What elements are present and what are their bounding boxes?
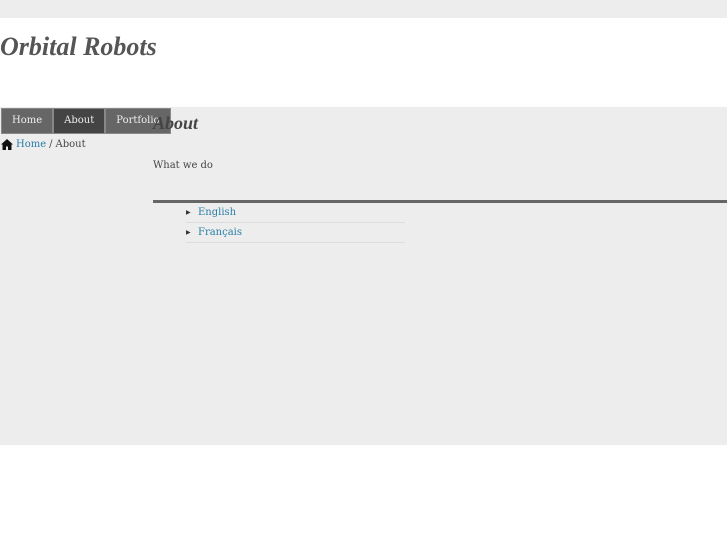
- breadcrumb: Home / About: [1, 139, 86, 150]
- bullet-icon: ▶: [186, 229, 191, 236]
- list-item: ▶ Français: [186, 223, 405, 243]
- language-english[interactable]: English: [198, 203, 236, 222]
- nav-about[interactable]: About: [53, 108, 106, 134]
- bullet-icon: ▶: [186, 209, 191, 216]
- language-list: ▶ English ▶ Français: [186, 203, 405, 243]
- breadcrumb-home[interactable]: Home: [16, 139, 46, 150]
- main-nav: Home About Portfolio: [1, 108, 171, 134]
- main-area: Home About Portfolio Home / About About …: [0, 107, 727, 445]
- breadcrumb-separator: /: [49, 139, 53, 150]
- page-heading: About: [153, 113, 199, 133]
- nav-home[interactable]: Home: [1, 108, 54, 134]
- top-bar: [0, 0, 727, 18]
- list-item: ▶ English: [186, 203, 405, 223]
- language-francais[interactable]: Français: [198, 223, 242, 242]
- page-subtitle: What we do: [153, 160, 213, 171]
- site-title[interactable]: Orbital Robots: [0, 32, 157, 62]
- breadcrumb-current: About: [55, 139, 86, 150]
- home-icon: [1, 139, 13, 150]
